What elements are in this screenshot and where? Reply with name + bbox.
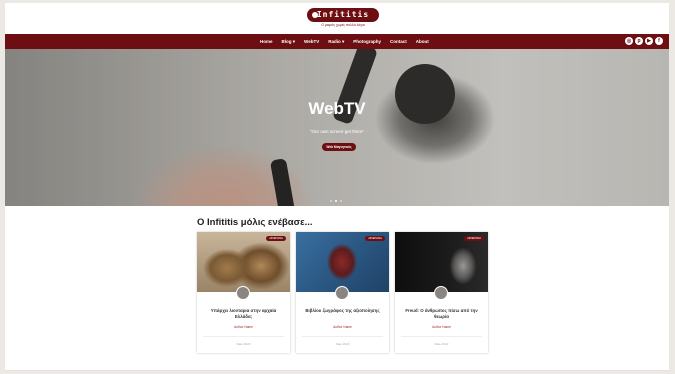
post-author[interactable]: Author Name [205,325,282,329]
nav-item-home[interactable]: Home [260,39,273,44]
post-title[interactable]: Βιβλίου ζωγράφος της αξιοποίησης [304,308,381,314]
post-card[interactable]: ΑΦΙΕΡΩΜΑ Βιβλίου ζωγράφος της αξιοποίηση… [296,232,389,353]
category-badge[interactable]: ΑΦΙΕΡΩΜΑ [266,236,286,241]
page: Infititis Ο μικρός χωρίς πολλά λόγια Hom… [5,3,669,371]
social-links: ◎ p ▶ f [625,37,663,45]
site-header: Infititis Ο μικρός χωρίς πολλά λόγια [5,3,669,33]
instagram-icon[interactable]: ◎ [625,37,633,45]
youtube-icon[interactable]: ▶ [645,37,653,45]
nav-item-about[interactable]: About [416,39,429,44]
card-divider [401,336,482,337]
card-divider [302,336,383,337]
post-image-lions[interactable]: ΑΦΙΕΡΩΜΑ [197,232,290,292]
post-author[interactable]: Author Name [403,325,480,329]
post-image-freud[interactable]: ΑΦΙΕΡΩΜΑ [395,232,488,292]
facebook-icon[interactable]: f [655,37,663,45]
nav-item-contact[interactable]: Contact [390,39,407,44]
nav-item-photography[interactable]: Photography [353,39,381,44]
hero-slider: WebTV "Our own screen-get there" Web Μαγ… [5,49,669,206]
hero-button[interactable]: Web Μαγνητικός [322,143,356,151]
slider-dot-active[interactable] [335,200,337,202]
post-title[interactable]: Υπάρχει λιονταρια στην αρχαία Ελλάδα; [205,308,282,320]
hero-title: WebTV [308,99,366,118]
nav-menu: Home Blog ▾ WebTV Radio ▾ Photography Co… [260,34,429,49]
logo-text: Infititis [316,10,370,19]
pinterest-icon[interactable]: p [635,37,643,45]
card-divider [203,336,284,337]
post-image-reader[interactable]: ΑΦΙΕΡΩΜΑ [296,232,389,292]
hero-overlay [5,49,669,206]
logo-dot-icon [312,12,318,18]
post-card[interactable]: ΑΦΙΕΡΩΜΑ Υπάρχει λιονταρια στην αρχαία Ε… [197,232,290,353]
footer-divider [5,370,669,371]
category-badge[interactable]: ΑΦΙΕΡΩΜΑ [464,236,484,241]
site-logo[interactable]: Infititis [307,8,379,22]
author-avatar [434,286,448,300]
post-date: Date 2023 [434,342,449,346]
author-avatar [236,286,250,300]
category-badge[interactable]: ΑΦΙΕΡΩΜΑ [365,236,385,241]
nav-item-radio[interactable]: Radio ▾ [328,39,344,45]
author-avatar [335,286,349,300]
post-date: Date 2023 [335,342,350,346]
section-title: Ο Infititis μόλις ενέβασε... [197,217,313,228]
nav-item-webtv[interactable]: WebTV [304,39,319,44]
main-nav: Home Blog ▾ WebTV Radio ▾ Photography Co… [5,34,669,49]
logo-subtitle: Ο μικρός χωρίς πολλά λόγια [321,23,365,27]
nav-item-blog[interactable]: Blog ▾ [282,39,296,45]
slider-dot[interactable] [330,200,332,202]
hero-quote: "Our own screen-get there" [309,129,365,134]
post-card[interactable]: ΑΦΙΕΡΩΜΑ Freud: Ο άνθρωπος πίσω από την … [395,232,488,353]
post-author[interactable]: Author Name [304,325,381,329]
post-date: Date 2023 [236,342,251,346]
slider-dot[interactable] [340,200,342,202]
slider-dots [330,200,342,202]
post-title[interactable]: Freud: Ο άνθρωπος πίσω από την θεωρία [403,308,480,320]
